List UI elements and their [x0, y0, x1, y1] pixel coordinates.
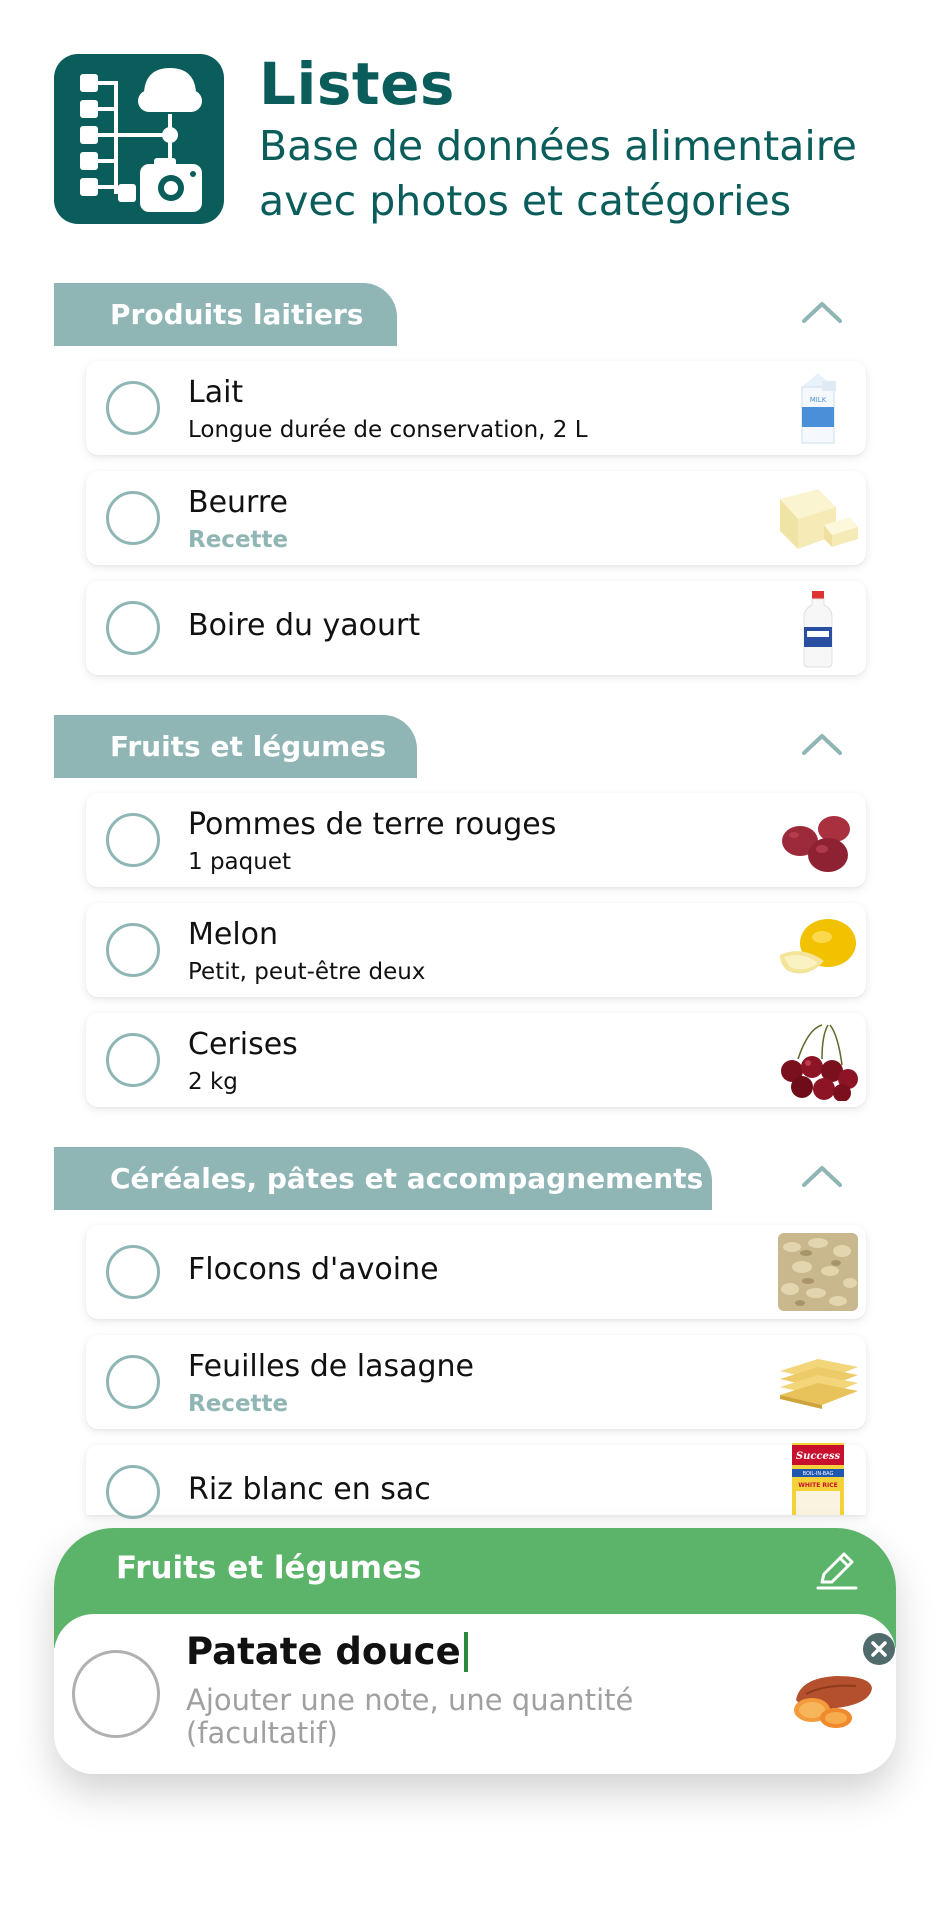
- editor-category-label: Fruits et légumes: [116, 1550, 422, 1586]
- item-name: Lait: [188, 375, 244, 410]
- rice-box-brand: Success: [796, 1451, 841, 1462]
- milk-carton-image: MILK: [778, 367, 858, 449]
- section-header-fruits-vegetables[interactable]: Fruits et légumes: [54, 715, 854, 778]
- section-tab-label: Fruits et légumes: [54, 715, 417, 778]
- item-note-recipe: Recette: [188, 527, 289, 553]
- rice-box-image: Success BOIL-IN-BAG WHITE RICE: [778, 1443, 858, 1515]
- chevron-up-icon[interactable]: [794, 1151, 850, 1201]
- item-note: 2 kg: [188, 1069, 238, 1095]
- pencil-icon[interactable]: [812, 1544, 862, 1594]
- item-name: Pommes de terre rouges: [188, 807, 557, 842]
- list-tree-camera-icon: [54, 54, 224, 224]
- item-note: Longue durée de conservation, 2 L: [188, 417, 588, 443]
- sweet-potato-image: [786, 1656, 878, 1736]
- item-name: Boire du yaourt: [188, 608, 421, 643]
- list-item[interactable]: Beurre Recette: [86, 471, 866, 565]
- item-name-input[interactable]: Patate douce: [186, 1630, 468, 1673]
- item-name-value: Patate douce: [186, 1630, 461, 1673]
- item-name: Riz blanc en sac: [188, 1472, 431, 1507]
- checkbox-circle[interactable]: [106, 1033, 160, 1087]
- list-item[interactable]: Lait Longue durée de conservation, 2 L M…: [86, 361, 866, 455]
- melon-image: [778, 909, 858, 991]
- checkbox-circle[interactable]: [106, 1465, 160, 1519]
- item-name: Feuilles de lasagne: [188, 1349, 474, 1384]
- checkbox-circle[interactable]: [106, 1355, 160, 1409]
- editor-checkbox-circle[interactable]: [72, 1650, 160, 1738]
- list-item[interactable]: Cerises 2 kg: [86, 1013, 866, 1107]
- lasagna-sheets-image: [778, 1341, 858, 1423]
- text-caret: [463, 1631, 468, 1672]
- butter-image: [778, 477, 858, 559]
- list-item[interactable]: Melon Petit, peut-être deux: [86, 903, 866, 997]
- editor-card: Patate douce Ajouter une note, une quant…: [54, 1614, 896, 1774]
- checkbox-circle[interactable]: [106, 381, 160, 435]
- section-tab-label: Céréales, pâtes et accompagnements: [54, 1147, 712, 1210]
- item-name: Beurre: [188, 485, 288, 520]
- red-potatoes-image: [778, 799, 858, 881]
- list-item[interactable]: Pommes de terre rouges 1 paquet: [86, 793, 866, 887]
- checkbox-circle[interactable]: [106, 1245, 160, 1299]
- item-name: Flocons d'avoine: [188, 1252, 439, 1287]
- rice-box-label: WHITE RICE: [798, 1482, 838, 1489]
- app-title: Listes: [259, 50, 455, 118]
- item-note-recipe: Recette: [188, 1391, 289, 1417]
- chevron-up-icon[interactable]: [794, 719, 850, 769]
- oats-image: [778, 1231, 858, 1313]
- rice-box-tag: BOIL-IN-BAG: [803, 1471, 834, 1477]
- item-note: Petit, peut-être deux: [188, 959, 426, 985]
- checkbox-circle[interactable]: [106, 923, 160, 977]
- section-header-dairy[interactable]: Produits laitiers: [54, 283, 854, 346]
- item-name: Cerises: [188, 1027, 298, 1062]
- checkbox-circle[interactable]: [106, 491, 160, 545]
- chevron-up-icon[interactable]: [794, 287, 850, 337]
- section-header-cereals-pasta[interactable]: Céréales, pâtes et accompagnements: [54, 1147, 854, 1210]
- quick-add-editor: Fruits et légumes Patate douce Ajouter u…: [54, 1528, 896, 1774]
- item-name: Melon: [188, 917, 279, 952]
- checkbox-circle[interactable]: [106, 813, 160, 867]
- app-header: Listes Base de données alimentaire avec …: [54, 54, 914, 225]
- list-item[interactable]: Feuilles de lasagne Recette: [86, 1335, 866, 1429]
- note-input[interactable]: Ajouter une note, une quantité (facultat…: [186, 1684, 706, 1750]
- list-item[interactable]: Boire du yaourt: [86, 581, 866, 675]
- milk-label: MILK: [810, 396, 827, 404]
- list-item[interactable]: Flocons d'avoine: [86, 1225, 866, 1319]
- item-note: 1 paquet: [188, 849, 291, 875]
- section-tab-label: Produits laitiers: [54, 283, 397, 346]
- checkbox-circle[interactable]: [106, 601, 160, 655]
- yogurt-drink-bottle-image: [778, 587, 858, 669]
- list-item[interactable]: Riz blanc en sac Success BOIL-IN-BAG WHI…: [86, 1443, 866, 1519]
- app-subtitle: Base de données alimentaire avec photos …: [259, 121, 857, 225]
- cherries-image: [778, 1019, 858, 1102]
